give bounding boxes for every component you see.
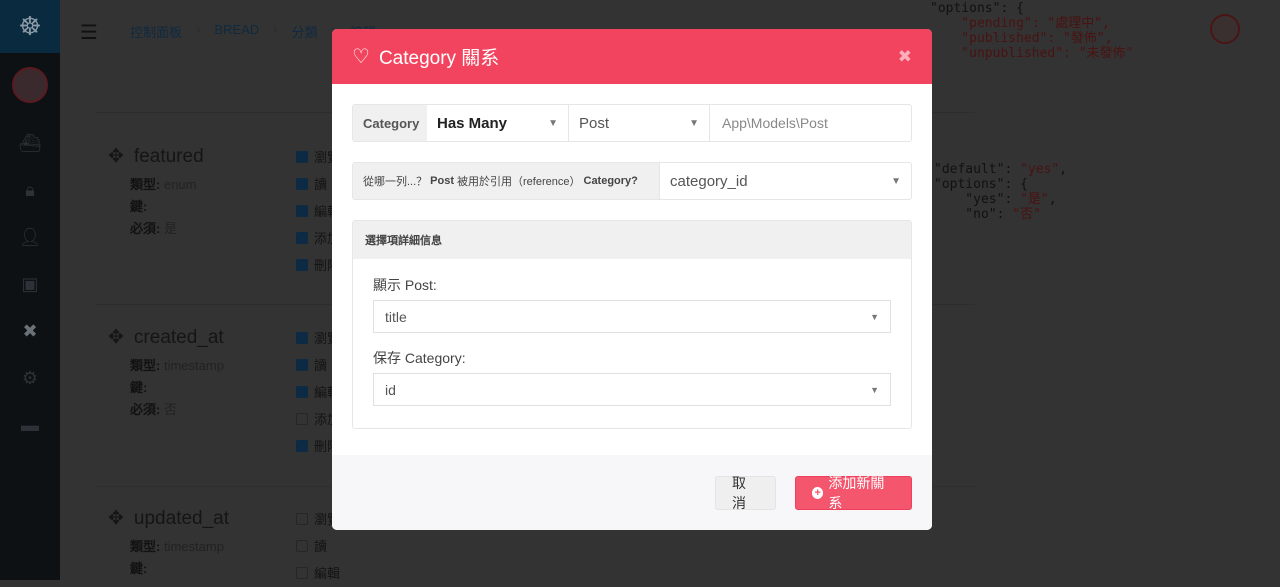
checkbox[interactable]: 編輯: [296, 560, 340, 587]
plus-circle-icon: +: [812, 486, 824, 499]
helm-logo-icon[interactable]: ☸: [0, 0, 60, 53]
caret-down-icon: ▼: [870, 311, 879, 322]
user-avatar[interactable]: [1210, 14, 1240, 44]
caret-down-icon: ▼: [689, 117, 699, 129]
checkbox[interactable]: 讀: [296, 533, 340, 560]
model-input[interactable]: App\Models\Post: [709, 105, 911, 141]
folder-icon[interactable]: ▬: [21, 415, 39, 436]
dashboard-icon[interactable]: ⛴: [19, 133, 42, 154]
field-created-at: ✥ created_at 類型: timestamp 鍵: 必須: 否: [108, 326, 224, 418]
breadcrumb-category[interactable]: 分類: [292, 22, 318, 41]
foreign-key-label: 從哪一列...？ Post 被用於引用（reference） Category?: [353, 163, 659, 199]
caret-down-icon: ▼: [548, 117, 558, 129]
details-panel: 選擇項詳細信息 顯示 Post: title ▼ 保存 Category: id ▼: [352, 220, 912, 429]
drag-handle-icon[interactable]: ✥: [108, 507, 124, 530]
cancel-button[interactable]: 取消: [715, 475, 776, 511]
code-featured: "default": "yes", "options": { "yes": "是"…: [934, 162, 1068, 222]
relationship-row: Category Has Many ▼ Post ▼ App\Models\Post: [352, 104, 912, 142]
menu-toggle-icon[interactable]: ☰: [80, 20, 98, 45]
store-label: 保存 Category:: [373, 350, 466, 366]
breadcrumb-dashboard[interactable]: 控制面板: [130, 22, 182, 41]
lock-icon[interactable]: 🔒︎: [25, 180, 35, 201]
close-icon[interactable]: ✖: [898, 47, 912, 67]
target-table-select[interactable]: Post ▼: [568, 105, 709, 141]
details-title: 選擇項詳細信息: [353, 221, 911, 259]
add-relationship-button[interactable]: + 添加新關系: [795, 475, 912, 511]
code-top: "options": { "pending": "處理中", "publishe…: [930, 1, 1134, 61]
relationship-modal: ♡ Category 關系 ✖ Category Has Many ▼ Post ▼…: [332, 29, 932, 530]
drag-handle-icon[interactable]: ✥: [108, 326, 124, 349]
relationship-type-select[interactable]: Has Many ▼: [427, 105, 568, 141]
modal-footer: 取消 + 添加新關系: [332, 455, 932, 530]
caret-down-icon: ▼: [870, 384, 879, 395]
foreign-key-select[interactable]: category_id ▼: [659, 163, 911, 199]
breadcrumb-bread[interactable]: BREAD: [214, 22, 259, 41]
field-featured: ✥ featured 類型: enum 鍵: 必須: 是: [108, 145, 204, 237]
user-icon[interactable]: 👤︎: [19, 227, 42, 248]
sidebar: ☸ ⛴ 🔒︎ 👤︎ ▣ ✖ ⚙ ▬: [0, 0, 60, 580]
settings-icon[interactable]: ⚙: [22, 368, 38, 389]
display-column-select[interactable]: title ▼: [373, 300, 891, 333]
media-icon[interactable]: ▣: [21, 274, 38, 295]
tools-icon[interactable]: ✖: [22, 321, 37, 342]
modal-title: Category 關系: [378, 48, 500, 69]
caret-down-icon: ▼: [891, 175, 901, 187]
display-label: 顯示 Post:: [373, 277, 437, 293]
modal-header: ♡ Category 關系 ✖: [332, 29, 932, 84]
field-updated-at: ✥ updated_at 類型: timestamp 鍵:: [108, 507, 230, 577]
store-column-select[interactable]: id ▼: [373, 373, 891, 406]
source-label: Category: [353, 105, 427, 141]
sidebar-avatar[interactable]: [12, 67, 48, 103]
drag-handle-icon[interactable]: ✥: [108, 145, 124, 168]
foreign-key-row: 從哪一列...？ Post 被用於引用（reference） Category? ca…: [352, 162, 912, 200]
heart-icon: ♡: [352, 46, 370, 68]
